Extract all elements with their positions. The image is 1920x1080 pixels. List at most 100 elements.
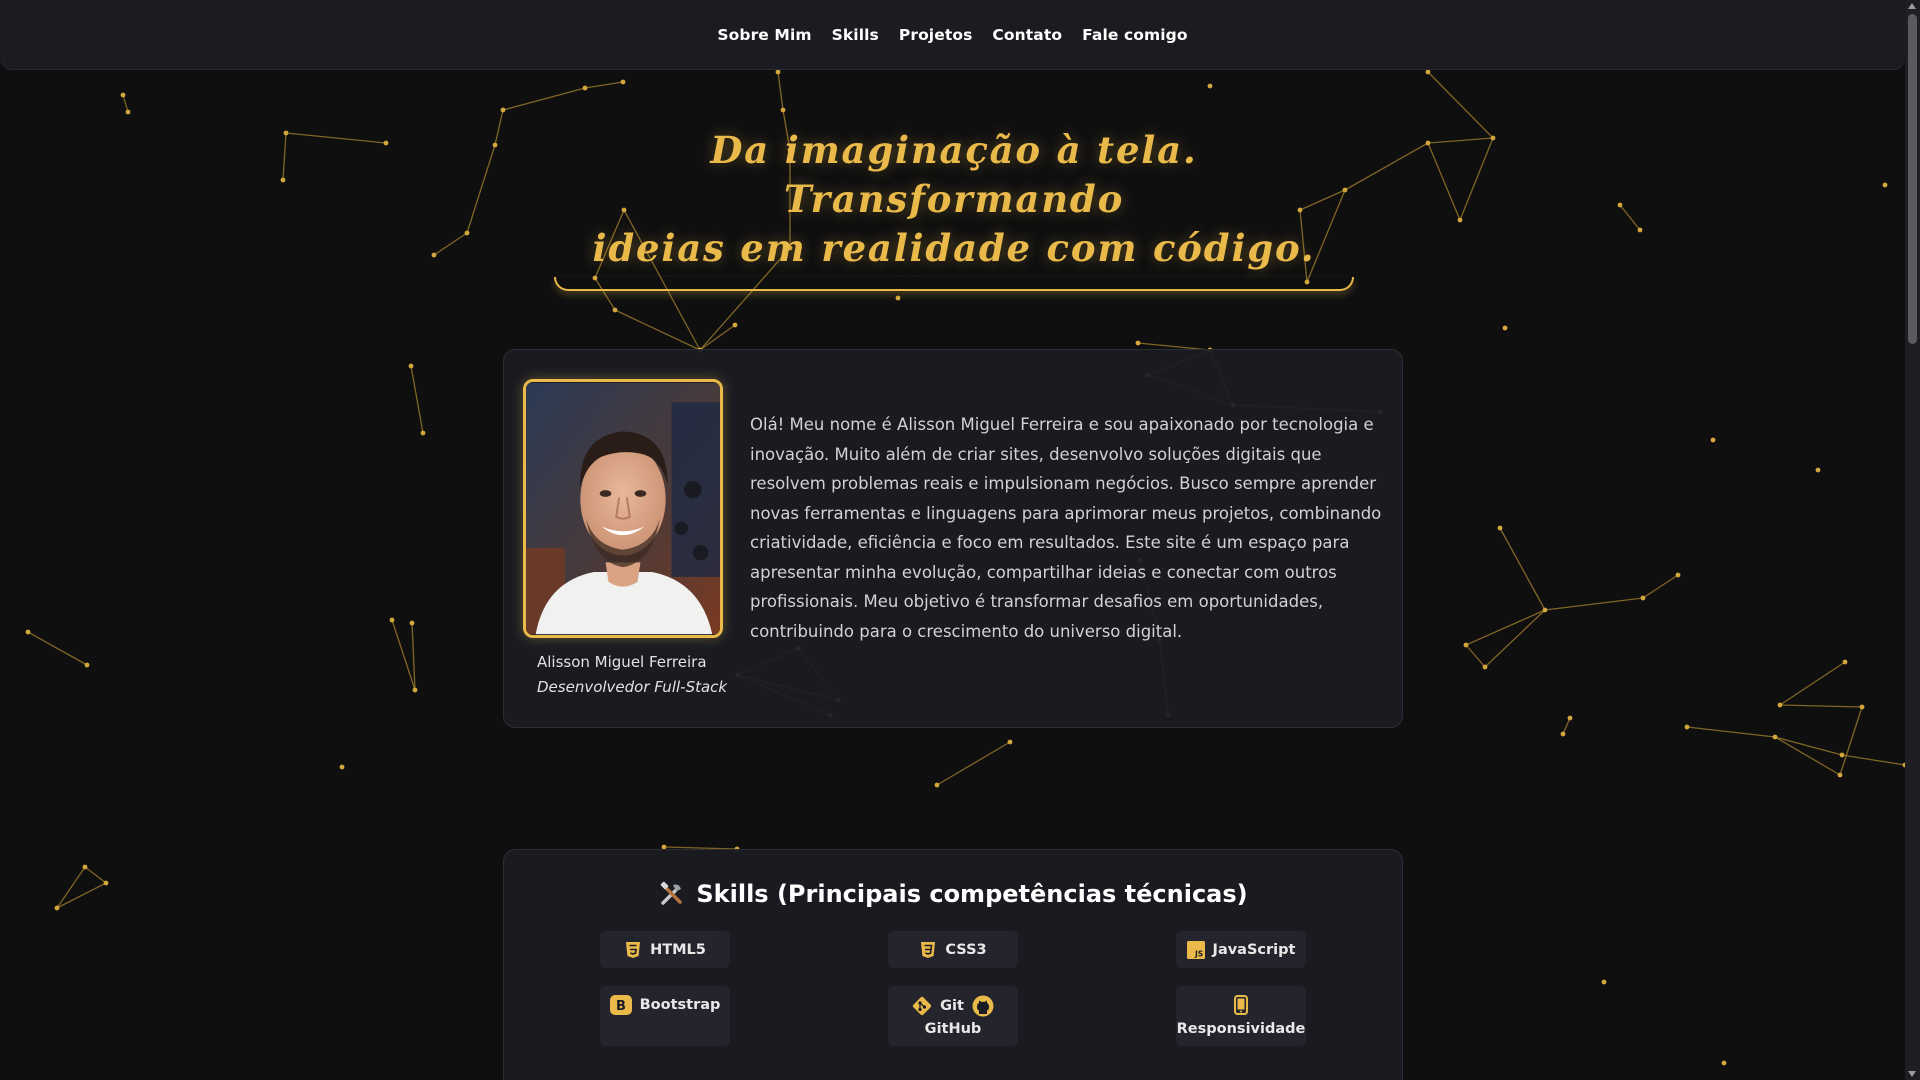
constellation-star (84, 662, 90, 668)
constellation-star (1135, 340, 1141, 346)
constellation-line (1839, 706, 1863, 776)
constellation-line (584, 81, 624, 89)
hero-title-line1: Da imaginação à tela. Transformando (710, 128, 1198, 221)
constellation-line (1427, 142, 1461, 221)
constellation-star (895, 295, 901, 301)
constellation-line (1686, 726, 1776, 738)
page-scrollbar[interactable] (1905, 0, 1920, 1080)
constellation-line (1427, 137, 1494, 144)
skill-responsividade: Responsividade (1176, 986, 1306, 1046)
scroll-down-arrow-icon[interactable] (1908, 1071, 1916, 1077)
skill-bootstrap-row: B Bootstrap (609, 995, 721, 1015)
scrollbar-thumb[interactable] (1908, 14, 1917, 344)
constellation-line (1619, 204, 1641, 231)
skill-html5: HTML5 (600, 931, 730, 968)
constellation-line (1499, 527, 1546, 611)
hero-underline (554, 277, 1354, 291)
constellation-star (1815, 467, 1821, 473)
skill-bootstrap-label: Bootstrap (639, 997, 721, 1013)
constellation-star (408, 363, 414, 369)
constellation-star (1777, 702, 1783, 708)
constellation-star (1710, 437, 1716, 443)
constellation-star (103, 880, 109, 886)
navbar: Sobre Mim Skills Projetos Contato Fale c… (0, 0, 1905, 70)
constellation-star (1684, 724, 1690, 730)
constellation-star (1482, 664, 1488, 670)
skill-html5-label: HTML5 (650, 941, 706, 958)
constellation-line (122, 94, 129, 113)
constellation-line (1779, 704, 1863, 708)
constellation-star (464, 230, 470, 236)
skills-title: Skills (Principais competências técnicas… (504, 880, 1402, 908)
constellation-star (1675, 572, 1681, 578)
constellation-line (56, 866, 86, 909)
about-bio: Olá! Meu nome é Alisson Miguel Ferreira … (750, 415, 1382, 641)
svg-text:JS: JS (1194, 949, 1203, 958)
constellation-line (614, 309, 701, 351)
constellation-line (411, 622, 416, 691)
nav-link-projetos[interactable]: Projetos (899, 22, 973, 48)
constellation-line (1774, 736, 1841, 776)
constellation-star (500, 107, 506, 113)
bootstrap-icon: B (609, 995, 632, 1015)
skill-git-github: Git GitHub (888, 986, 1018, 1046)
constellation-star (1640, 595, 1646, 601)
nav-link-fale-comigo[interactable]: Fale comigo (1082, 22, 1188, 48)
constellation-line (699, 324, 736, 351)
skill-git-row: Git (912, 995, 994, 1017)
skill-github-label: GitHub (924, 1021, 982, 1037)
constellation-line (1427, 71, 1494, 139)
tools-icon (661, 881, 683, 905)
css3-icon (921, 941, 936, 958)
scroll-up-arrow-icon[interactable] (1908, 3, 1916, 9)
constellation-line (1544, 597, 1644, 611)
constellation-star (934, 782, 940, 788)
constellation-star (1542, 607, 1548, 613)
constellation-star (420, 430, 426, 436)
constellation-star (1842, 659, 1848, 665)
constellation-star (1839, 752, 1845, 758)
git-icon (913, 996, 932, 1016)
constellation-line (1465, 609, 1546, 646)
skill-html5-row: HTML5 (624, 941, 706, 959)
profile-photo (523, 379, 723, 638)
skill-responsividade-label: Responsividade (1176, 1021, 1306, 1037)
constellation-line (936, 741, 1011, 786)
skills-card: Skills (Principais competências técnicas… (503, 849, 1403, 1080)
constellation-star (1617, 202, 1623, 208)
skill-git-label: Git (940, 998, 964, 1014)
nav-link-contato[interactable]: Contato (992, 22, 1062, 48)
constellation-star (1457, 217, 1463, 223)
constellation-line (285, 132, 387, 144)
constellation-star (1463, 642, 1469, 648)
constellation-star (1007, 739, 1013, 745)
constellation-star (389, 617, 395, 623)
constellation-star (412, 687, 418, 693)
constellation-star (775, 69, 781, 75)
constellation-star (612, 307, 618, 313)
constellation-star (582, 85, 588, 91)
constellation-star (1425, 69, 1431, 75)
skill-javascript-row: JS JavaScript (1186, 940, 1295, 959)
constellation-line (494, 109, 504, 146)
constellation-star (1560, 731, 1566, 737)
constellation-line (84, 866, 107, 884)
constellation-star (125, 109, 131, 115)
nav-link-skills[interactable]: Skills (832, 22, 879, 48)
constellation-star (1207, 83, 1213, 89)
constellation-star (1601, 979, 1607, 985)
svg-text:B: B (616, 999, 626, 1014)
constellation-star (25, 629, 31, 635)
profile-name: Alisson Miguel Ferreira (537, 653, 707, 671)
constellation-star (383, 140, 389, 146)
constellation-star (732, 322, 738, 328)
constellation-line (410, 365, 424, 434)
profile-photo-image (526, 382, 720, 635)
constellation-line (1562, 717, 1571, 735)
nav-list: Sobre Mim Skills Projetos Contato Fale c… (717, 22, 1187, 48)
nav-link-sobre-mim[interactable]: Sobre Mim (717, 22, 811, 48)
skill-javascript: JS JavaScript (1176, 931, 1306, 968)
about-card: Alisson Miguel Ferreira Desenvolvedor Fu… (503, 349, 1403, 728)
constellation-star (409, 620, 415, 626)
constellation-star (1882, 182, 1888, 188)
